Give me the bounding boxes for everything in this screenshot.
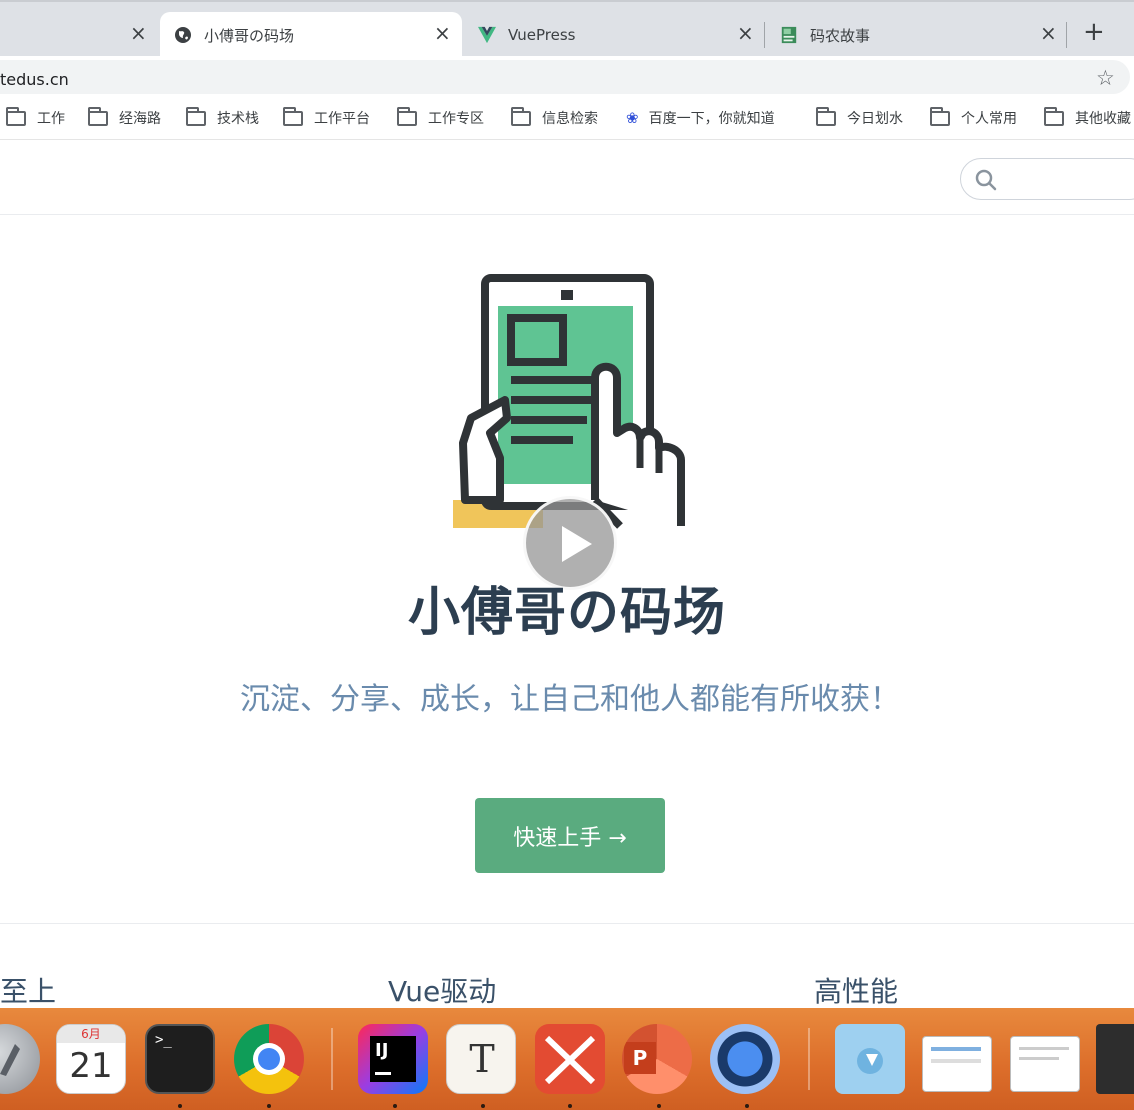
hero-title: 小傅哥の码场 [407,583,726,643]
tab-label: VuePress [508,26,576,44]
search-icon [975,169,997,191]
get-started-button[interactable]: 快速上手 → [475,798,665,873]
folder-icon [186,106,206,126]
intellij-label: IJ [375,1040,389,1061]
search-input[interactable] [960,158,1134,200]
close-icon[interactable]: × [130,21,147,45]
running-indicator [267,1104,271,1108]
hero-tablet-hand-image [453,274,685,529]
running-indicator [481,1104,485,1108]
book-icon [781,26,797,44]
globe-icon [175,27,191,43]
bookmarks-bar: 工作 经海路 技术栈 工作平台 工作专区 信息检索 ❀ 百度一下，你就知道 今日划… [0,98,1134,140]
bookmark-label: 百度一下，你就知道 [648,111,775,127]
tab-previous[interactable]: × [0,12,160,58]
tab-xiaofuge[interactable]: 小傅哥の码场 × [160,12,462,58]
window-thumbnail-icon[interactable] [1096,1024,1134,1094]
tab-manong-story[interactable]: 码农故事 × [766,12,1066,58]
feature-title-simple: 简洁至上 [0,975,57,1008]
dock-separator [808,1028,810,1090]
bookmark-folder-work-platform[interactable]: 工作平台 [283,106,370,128]
tab-label: 码农故事 [810,26,871,45]
folder-icon [511,106,531,126]
bookmark-label: 工作专区 [428,111,484,127]
bookmark-folder-other[interactable]: 其他收藏 [1044,106,1131,128]
bookmark-star-icon[interactable]: ☆ [1096,66,1115,90]
powerpoint-label: P [624,1042,656,1074]
folder-icon [88,106,108,126]
folder-icon [283,106,303,126]
bookmark-folder-tech-stack[interactable]: 技术栈 [186,106,259,128]
chrome-icon[interactable] [234,1024,304,1094]
tab-label: 小傅哥の码场 [204,26,295,45]
folder-icon [816,106,836,126]
calendar-day: 21 [69,1046,113,1086]
baidu-paw-icon: ❀ [626,109,639,127]
typora-label: T [469,1037,495,1081]
tab-vuepress[interactable]: VuePress × [462,12,762,58]
folder-icon [1044,106,1064,126]
document-thumbnail-icon[interactable] [1010,1036,1080,1092]
document-thumbnail-icon[interactable] [922,1036,992,1092]
calendar-icon[interactable]: 6月 21 [56,1024,126,1094]
feature-title-performance: 高性能 [814,975,899,1008]
bookmark-label: 个人常用 [961,111,1017,127]
bookmark-folder-info-search[interactable]: 信息检索 [511,106,598,128]
running-indicator [178,1104,182,1108]
tab-separator [764,22,765,48]
new-tab-button[interactable]: + [1083,19,1105,45]
bookmark-folder-work-zone[interactable]: 工作专区 [397,106,484,128]
terminal-prompt: >_ [155,1032,172,1048]
bookmark-label: 工作 [37,111,65,127]
folder-icon [930,106,950,126]
launchpad-icon[interactable] [0,1024,40,1094]
powerpoint-icon[interactable]: P [622,1024,692,1094]
close-icon[interactable]: × [737,21,754,45]
bookmark-label: 信息检索 [542,111,598,127]
running-indicator [393,1104,397,1108]
vue-logo-icon [478,26,496,44]
bookmark-label: 技术栈 [217,111,259,127]
dock-separator [331,1028,333,1090]
bookmark-label: 今日划水 [847,111,903,127]
tab-separator [1066,22,1067,48]
folder-icon [6,106,26,126]
running-indicator [745,1104,749,1108]
intellij-idea-icon[interactable]: IJ [358,1024,428,1094]
close-icon[interactable]: × [1040,21,1057,45]
macos-dock: 6月 21 >_ IJ T P [0,1008,1134,1110]
running-indicator [657,1104,661,1108]
toolbar: tedus.cn ☆ [0,56,1134,98]
section-divider [0,923,1134,924]
url-text: tedus.cn [0,70,69,89]
bookmark-folder-personal[interactable]: 个人常用 [930,106,1017,128]
bookmark-label: 经海路 [119,111,161,127]
site-navbar [0,141,1134,215]
folder-icon [397,106,417,126]
xmind-icon[interactable] [535,1024,605,1094]
bookmark-label: 工作平台 [314,111,370,127]
tab-strip: × 小傅哥の码场 × VuePress × 码农故事 × + [0,0,1134,58]
running-indicator [568,1104,572,1108]
terminal-icon[interactable]: >_ [145,1024,215,1094]
bookmark-folder-work[interactable]: 工作 [6,106,65,128]
typora-icon[interactable]: T [446,1024,516,1094]
hero-description: 沉淀、分享、成长，让自己和他人都能有所收获！ [240,682,900,717]
close-icon[interactable]: × [434,21,451,45]
feature-title-vue: Vue驱动 [388,975,497,1008]
bookmark-folder-jinghailu[interactable]: 经海路 [88,106,161,128]
address-bar[interactable]: tedus.cn ☆ [0,60,1130,94]
calendar-month: 6月 [57,1025,125,1043]
bookmark-folder-today[interactable]: 今日划水 [816,106,903,128]
bookmark-label: 其他收藏 [1075,111,1131,127]
downloads-folder-icon[interactable] [835,1024,905,1094]
bookmark-baidu[interactable]: ❀ 百度一下，你就知道 [626,108,775,128]
browser-window: × 小傅哥の码场 × VuePress × 码农故事 × + tedus.cn … [0,0,1134,1110]
quicktime-icon[interactable] [710,1024,780,1094]
